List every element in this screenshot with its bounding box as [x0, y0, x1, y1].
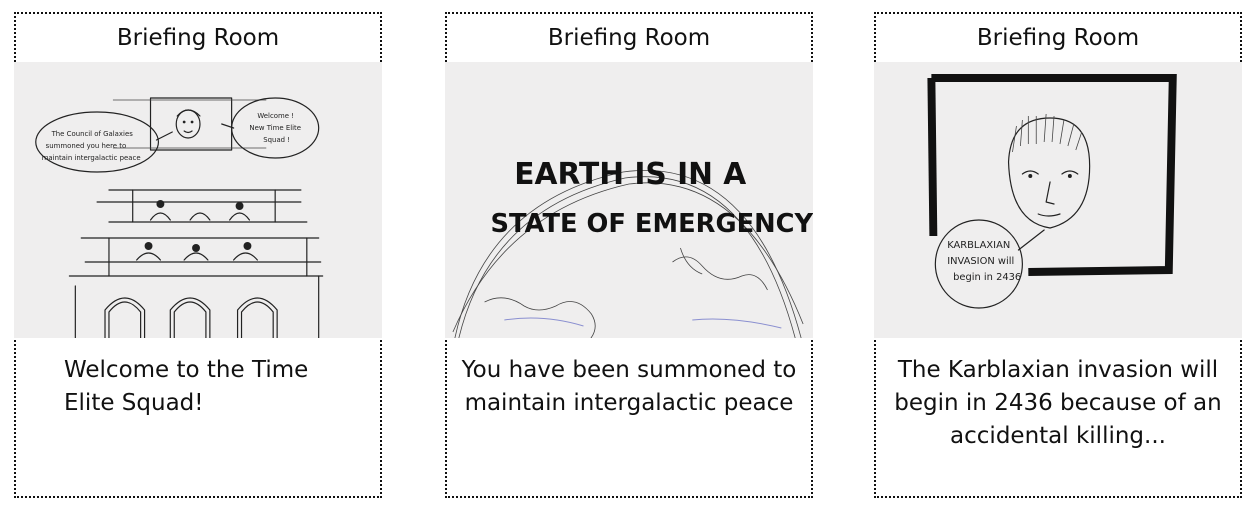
sketch-earth-emergency: EARTH IS IN A STATE OF EMERGENCY!	[445, 62, 813, 338]
sketch-briefing-room: The Council of Galaxies summoned you her…	[14, 62, 382, 338]
bubble-text-line: begin in 2436	[953, 272, 1021, 283]
panel-title: Briefing Room	[116, 25, 280, 51]
bubble-text-line: INVASION will	[947, 256, 1014, 267]
sketch-karblaxian-message: KARBLAXIAN INVASION will begin in 2436	[874, 62, 1242, 338]
bubble-text-line: The Council of Galaxies	[51, 130, 134, 138]
headline-line: STATE OF EMERGENCY!	[491, 209, 813, 239]
bubble-text-line: summoned you here to	[46, 142, 127, 150]
bubble-text-line: Welcome !	[257, 112, 294, 120]
panel-title: Briefing Room	[547, 25, 711, 51]
panel-caption: Welcome to the Time Elite Squad!	[64, 357, 309, 416]
panel-caption: You have been summoned to maintain inter…	[461, 357, 797, 416]
bubble-text-line: KARBLAXIAN	[947, 240, 1010, 251]
bubble-text-line: maintain intergalactic peace	[42, 154, 141, 162]
storyboard-panel-1: Briefing Room The Council of Galaxies su…	[14, 12, 382, 498]
bubble-text-line: Squad !	[263, 136, 290, 144]
panel-caption: The Karblaxian invasion will begin in 24…	[894, 357, 1222, 449]
panel-title: Briefing Room	[976, 25, 1140, 51]
headline-line: EARTH IS IN A	[514, 157, 746, 192]
bubble-text-line: New Time Elite	[249, 124, 301, 132]
storyboard-panel-3: Briefing Room KARBLAXIAN INVASION will b…	[874, 12, 1242, 498]
storyboard-panel-2: Briefing Room EARTH IS IN A STATE OF EME…	[445, 12, 813, 498]
